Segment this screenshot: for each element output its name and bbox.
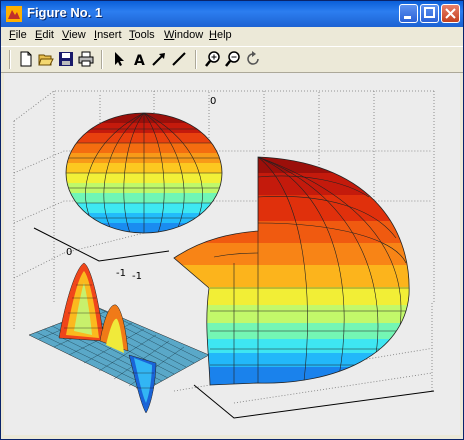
svg-text:A: A bbox=[134, 53, 145, 67]
axis-tick-label: -1 bbox=[132, 271, 142, 282]
axis-tick-label: 0 bbox=[210, 96, 216, 107]
select-arrow-icon[interactable] bbox=[111, 51, 127, 67]
menu-file[interactable]: File bbox=[9, 29, 27, 41]
open-icon[interactable] bbox=[38, 51, 54, 67]
menu-view[interactable]: View bbox=[62, 29, 86, 41]
save-icon[interactable] bbox=[58, 51, 74, 67]
insert-text-icon[interactable]: A bbox=[131, 51, 147, 67]
minimize-button[interactable] bbox=[399, 4, 418, 23]
new-icon[interactable] bbox=[18, 51, 34, 67]
axis-tick-label: 0 bbox=[66, 247, 72, 258]
maximize-button[interactable] bbox=[420, 4, 439, 23]
menu-help[interactable]: Help bbox=[209, 29, 232, 41]
matlab-logo-icon bbox=[6, 6, 22, 22]
toolbar-grip bbox=[9, 50, 11, 69]
rotate-3d-icon[interactable] bbox=[245, 51, 261, 67]
close-button[interactable] bbox=[441, 4, 460, 23]
figure-window: Figure No. 1 File Edit View Insert Tools… bbox=[0, 0, 464, 440]
menu-edit[interactable]: Edit bbox=[35, 29, 54, 41]
menu-insert[interactable]: Insert bbox=[94, 29, 122, 41]
insert-line-icon[interactable] bbox=[171, 51, 187, 67]
toolbar-separator bbox=[101, 50, 103, 69]
axis-tick-label: -1 bbox=[116, 268, 126, 279]
zoom-in-icon[interactable] bbox=[205, 51, 221, 67]
zoom-out-icon[interactable] bbox=[225, 51, 241, 67]
insert-arrow-icon[interactable] bbox=[151, 51, 167, 67]
figure-canvas[interactable]: 0 -1 -1 0 0 1 bbox=[4, 73, 460, 435]
print-icon[interactable] bbox=[78, 51, 94, 67]
toolbar-separator bbox=[195, 50, 197, 69]
menu-bar: File Edit View Insert Tools Window Help bbox=[1, 27, 463, 45]
toolbar: A bbox=[1, 46, 463, 73]
axes-3d[interactable]: 0 -1 -1 0 0 1 bbox=[4, 73, 460, 435]
menu-window[interactable]: Window bbox=[164, 29, 203, 41]
window-title: Figure No. 1 bbox=[27, 5, 103, 20]
title-bar[interactable]: Figure No. 1 bbox=[1, 1, 463, 27]
peaks-surface bbox=[28, 262, 210, 414]
menu-tools[interactable]: Tools bbox=[129, 29, 155, 41]
